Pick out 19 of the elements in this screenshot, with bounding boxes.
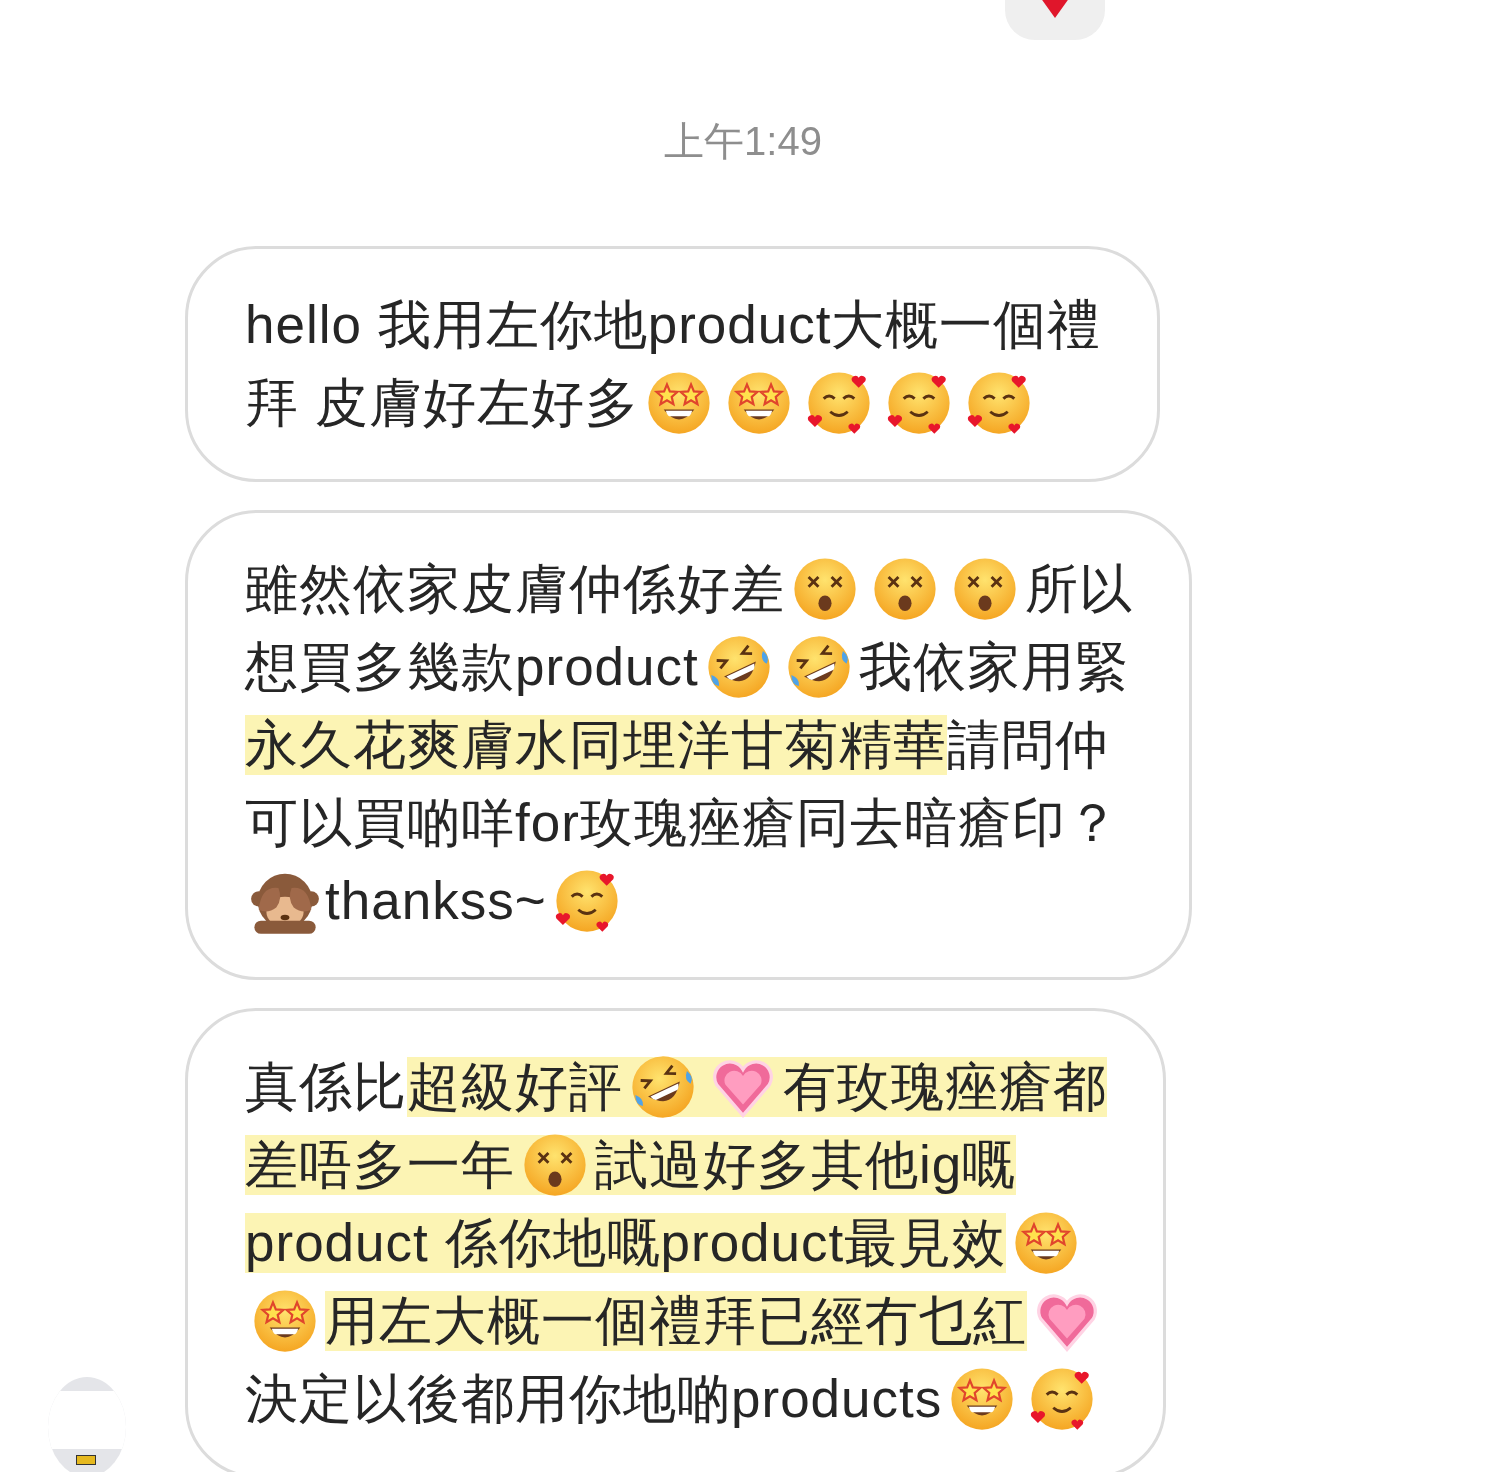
message-text: 可以買啲咩for玫瑰痤瘡同去暗瘡印？ [245, 793, 1120, 853]
message-text: 拜 皮膚好左好多 [245, 373, 639, 433]
message-text: 我依家用緊 [858, 637, 1129, 697]
message-text: 用左大概一個禮拜已經冇乜紅 [325, 1291, 1027, 1351]
message-text: 試過好多其他ig嘅 [595, 1135, 1017, 1195]
message-text: thankss~ [325, 871, 547, 931]
message-text: 有玫瑰痤瘡都 [783, 1057, 1107, 1117]
message-text: 所以 [1025, 559, 1133, 619]
message-text: product 係你地嘅product最見效 [245, 1213, 1007, 1273]
message-text: 超級好評 [407, 1057, 623, 1117]
message-text: 永久花爽膚水同埋洋甘菊精華 [245, 715, 947, 775]
message-text: 差唔多一年 [245, 1135, 515, 1195]
message-text: 真係比 [245, 1057, 407, 1117]
message-text: 想買多幾款product [245, 637, 699, 697]
message-text: 雖然依家皮膚仲係好差 [245, 559, 785, 619]
message-text: 決定以後都用你地啲products [245, 1369, 943, 1429]
timestamp: 上午1:49 [664, 118, 822, 164]
message-text: hello 我用左你地product大概一個禮 [245, 295, 1102, 355]
message-text: 請問仲 [947, 715, 1109, 775]
